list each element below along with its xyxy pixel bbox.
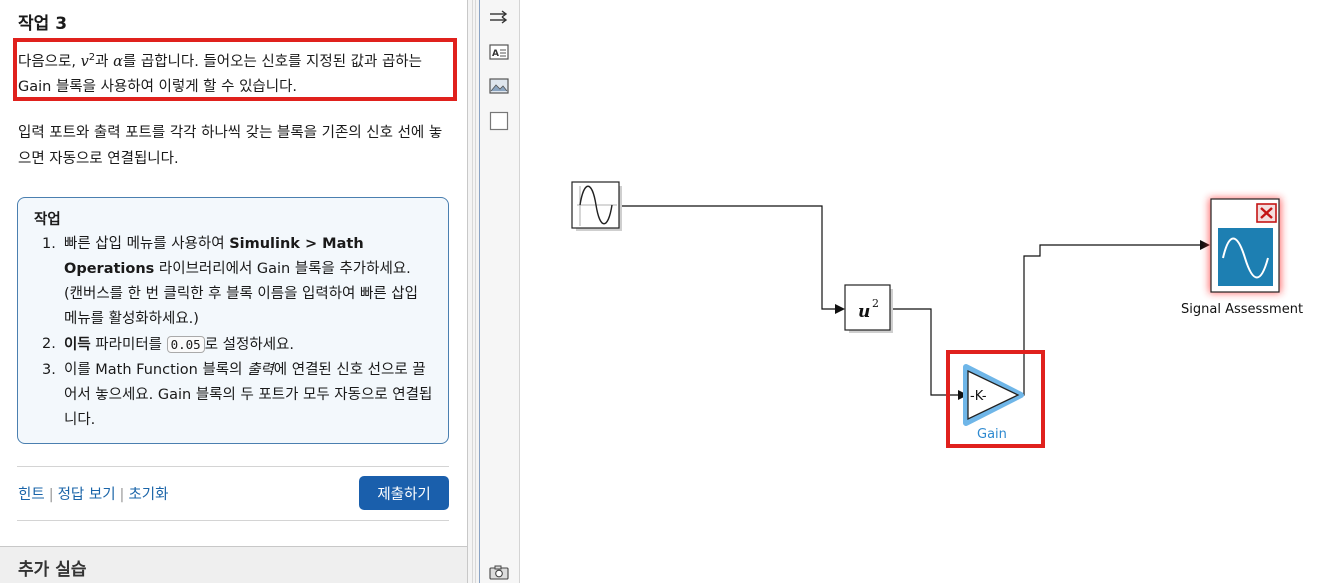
area-icon[interactable] [488,110,510,132]
signal-line-sine-to-math[interactable] [620,205,837,310]
arrows-icon[interactable] [488,6,510,28]
task-title: 작업 3 [18,14,68,34]
task-list: 1. 빠른 삽입 메뉴를 사용하여 Simulink > Math Operat… [42,232,434,433]
simulink-canvas[interactable]: u 2 -K- Gain Signal Assessment [521,0,1320,583]
panel-splitter[interactable] [468,0,480,583]
intro-text: 다음으로, v2과 α를 곱합니다. 들어오는 신호를 지정된 값과 곱하는 G… [18,45,458,100]
task-item-3: 3. 이를 Math Function 블록의 출력에 연결된 신호 선으로 끌… [42,358,434,433]
math-exponent: 2 [872,297,879,310]
instruction-panel: 작업 3 다음으로, v2과 α를 곱합니다. 들어오는 신호를 지정된 값과 … [0,0,468,583]
svg-text:A: A [492,49,499,59]
image-icon[interactable] [488,75,510,97]
camera-icon[interactable] [488,561,510,583]
task-bold: 이득 [64,337,91,353]
divider [17,466,449,467]
auto-connect-text: 입력 포트와 출력 포트를 각각 하나씩 갖는 블록을 기존의 신호 선에 놓으… [18,125,443,167]
task-text: 로 설정하세요. [204,337,294,353]
arrowhead [1200,240,1210,250]
math-function-block[interactable]: u 2 [844,284,893,333]
model-diagram: u 2 -K- Gain Signal Assessment [571,181,1303,448]
link-separator: | [119,487,125,503]
task-text: 이를 Math Function 블록의 [64,362,248,378]
task-num: 2. [42,336,56,352]
intro-alpha: α [113,53,123,70]
more-practice-bar[interactable]: 추가 실습 [0,546,467,583]
close-icon[interactable] [1256,203,1277,223]
signal-assessment-label: Signal Assessment [1181,302,1303,317]
math-label: u [858,302,870,322]
intro-part3: 를 곱합니다. 들어오는 신호를 지정된 값과 곱하는 Gain 블록을 사용하… [18,53,422,95]
splitter-grip [472,0,476,583]
help-links: 힌트 | 정답 보기 | 초기화 [18,483,168,504]
intro-part1: 다음으로, [18,53,76,70]
task-num: 1. [42,236,56,252]
task-text: 빠른 삽입 메뉴를 사용하여 [64,236,230,252]
task-text: 파라미터를 [90,337,167,353]
signal-assessment-block[interactable] [1209,198,1281,293]
gain-block[interactable]: -K- [963,364,1024,426]
arrowhead [835,304,845,314]
link-separator: | [48,487,54,503]
task-num: 3. [42,362,56,378]
show-answer-link[interactable]: 정답 보기 [58,487,116,503]
task-item-1: 1. 빠른 삽입 메뉴를 사용하여 Simulink > Math Operat… [42,232,434,332]
task-item-2: 2. 이득 파라미터를 0.05 로 설정하세요. [42,332,434,358]
divider [17,520,449,521]
sine-wave-block[interactable] [571,181,622,231]
reset-link[interactable]: 초기화 [128,487,168,503]
submit-button[interactable]: 제출하기 [359,476,449,510]
signal-line-gain-to-scope[interactable] [1021,244,1204,396]
annotation-icon[interactable]: A [488,41,510,63]
more-practice-title: 추가 실습 [18,560,87,580]
intro-var: v [80,53,89,70]
signal-lines [620,205,1204,396]
canvas-toolbar: A [480,0,520,583]
code-value: 0.05 [166,336,205,353]
gain-value: -K- [970,389,987,404]
task-box: 작업 1. 빠른 삽입 메뉴를 사용하여 Simulink > Math Ope… [17,197,449,444]
hint-link[interactable]: 힌트 [18,487,45,503]
gain-label: Gain [977,427,1007,442]
intro-part2: 과 [95,53,109,70]
task-box-title: 작업 [34,212,61,228]
task-emphasis: 출력 [247,362,274,378]
